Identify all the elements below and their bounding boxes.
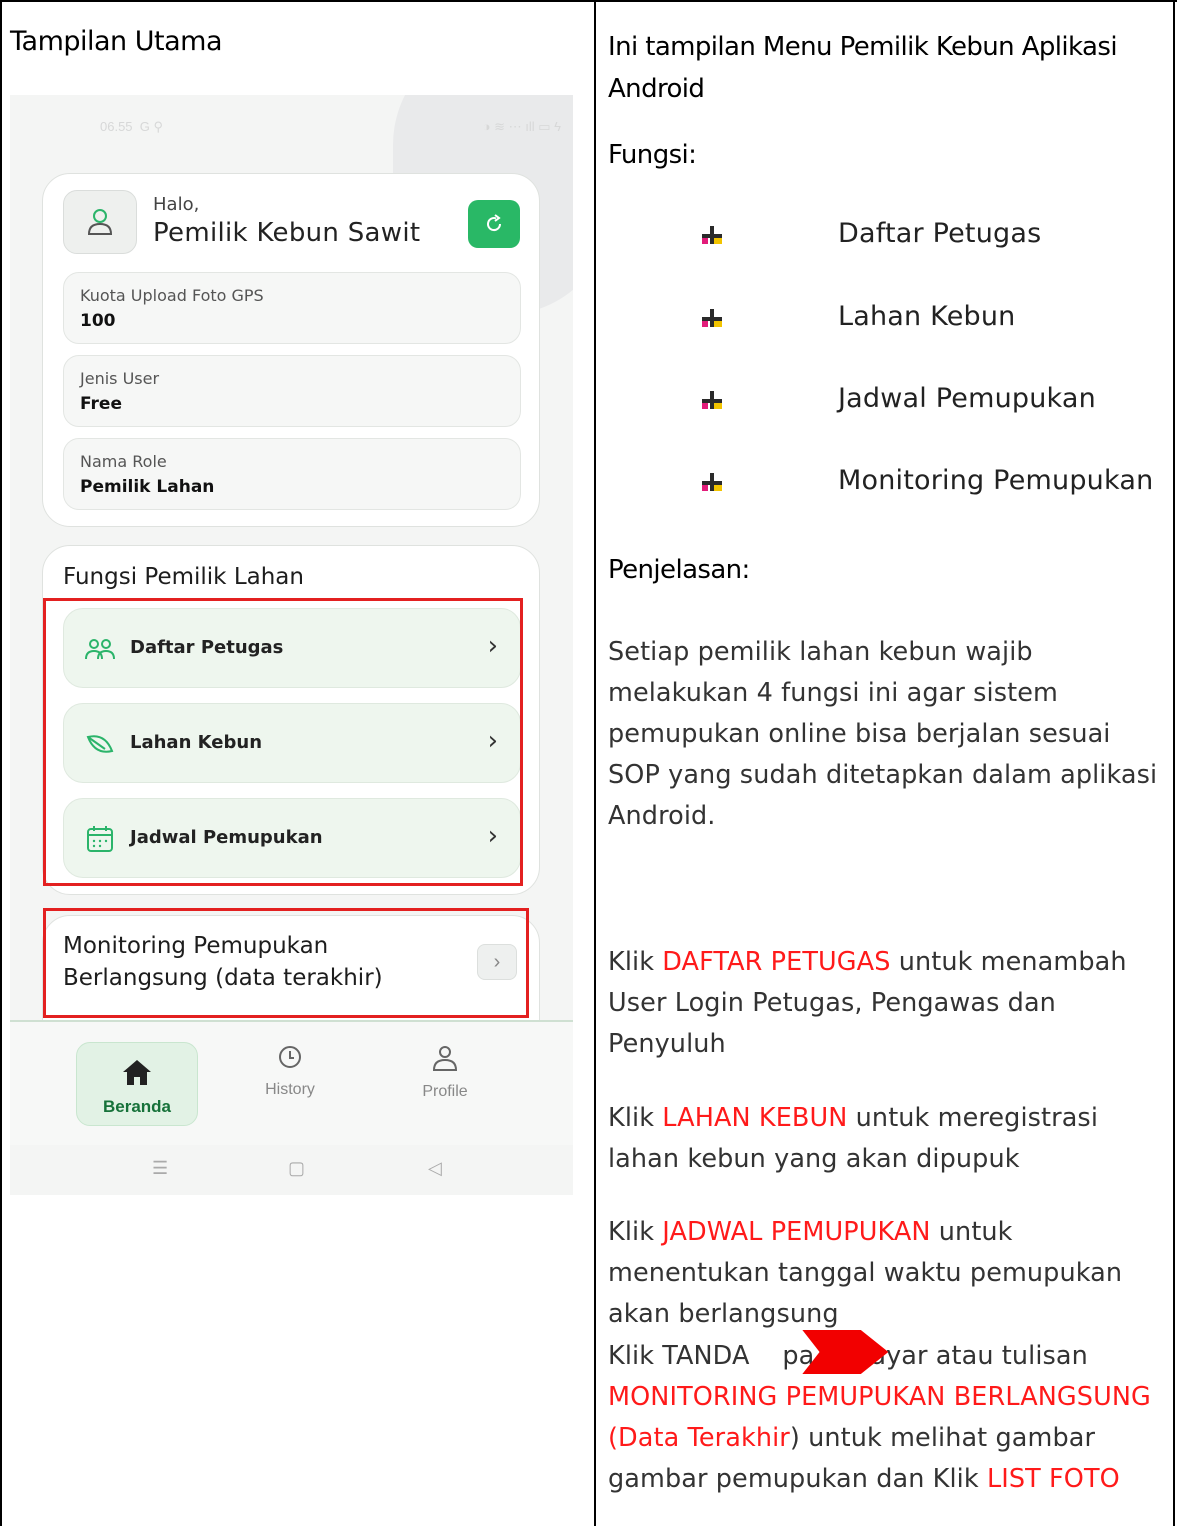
bullet-icon: [700, 473, 724, 495]
info-user-type: Jenis User Free: [63, 355, 521, 427]
menu-icon[interactable]: ☰: [152, 1158, 168, 1179]
paragraph-daftar-petugas: Klik DAFTAR PETUGAS untuk menambah User …: [608, 947, 1127, 1059]
status-time: 06.55 G ⚲: [100, 119, 164, 134]
user-icon: [87, 209, 113, 235]
phone-screenshot: 06.55 G ⚲ ◑ ≋ ⋯ ıll ▭ ϟ Halo, Pemilik Ke…: [10, 95, 573, 1195]
home-icon: [123, 1060, 151, 1085]
info-role: Nama Role Pemilik Lahan: [63, 438, 521, 510]
highlight-monitoring-box: [43, 908, 529, 1018]
greeting: Halo,: [153, 194, 200, 215]
bullet-icon: [700, 226, 724, 248]
avatar: [63, 190, 137, 254]
function-list-item: Daftar Petugas: [700, 218, 1150, 252]
clock-icon: [279, 1046, 301, 1068]
status-icons: ◑ ≋ ⋯ ıll ▭ ϟ: [482, 119, 561, 134]
function-list-item: Monitoring Pemupukan: [700, 465, 1153, 499]
bottom-navigation: Beranda History Profile: [10, 1020, 573, 1145]
right-title: Ini tampilan Menu Pemilik Kebun Aplikasi…: [608, 32, 1118, 104]
intro-paragraph: Setiap pemilik lahan kebun wajib melakuk…: [608, 637, 1158, 831]
user-icon: [432, 1046, 458, 1071]
refresh-button[interactable]: [468, 200, 520, 248]
paragraph-lahan-kebun: Klik LAHAN KEBUN untuk meregistrasi laha…: [608, 1103, 1099, 1174]
fungsi-heading: Fungsi:: [608, 140, 697, 170]
profile-card: Halo, Pemilik Kebun Sawit Kuota Upload F…: [42, 173, 540, 527]
refresh-icon: [487, 214, 502, 232]
bullet-icon: [700, 309, 724, 331]
paragraph-jadwal-pemupukan: Klik JADWAL PEMUPUKAN untuk menentukan t…: [608, 1217, 1123, 1329]
function-list-item: Jadwal Pemupukan: [700, 383, 1150, 417]
nav-history[interactable]: History: [250, 1044, 330, 1099]
functions-title: Fungsi Pemilik Lahan: [63, 564, 304, 590]
highlight-functions-box: [43, 598, 523, 886]
info-quota: Kuota Upload Foto GPS 100: [63, 272, 521, 344]
left-column-header: Tampilan Utama: [10, 26, 223, 57]
bullet-icon: [700, 391, 724, 413]
home-square-icon[interactable]: ▢: [288, 1158, 305, 1179]
owner-name: Pemilik Kebun Sawit: [153, 218, 421, 248]
paragraph-monitoring: Klik TANDA pa ayar atau tulisan MONITORIN…: [608, 1330, 1168, 1500]
penjelasan-heading: Penjelasan:: [608, 555, 750, 585]
nav-beranda[interactable]: Beranda: [76, 1042, 198, 1126]
status-bar: 06.55 G ⚲ ◑ ≋ ⋯ ıll ▭ ϟ: [10, 117, 573, 137]
function-list-item: Lahan Kebun: [700, 301, 1150, 335]
nav-profile[interactable]: Profile: [405, 1044, 485, 1101]
system-navigation-bar: ☰ ▢ ◁: [10, 1150, 573, 1195]
back-icon[interactable]: ◁: [428, 1158, 442, 1179]
